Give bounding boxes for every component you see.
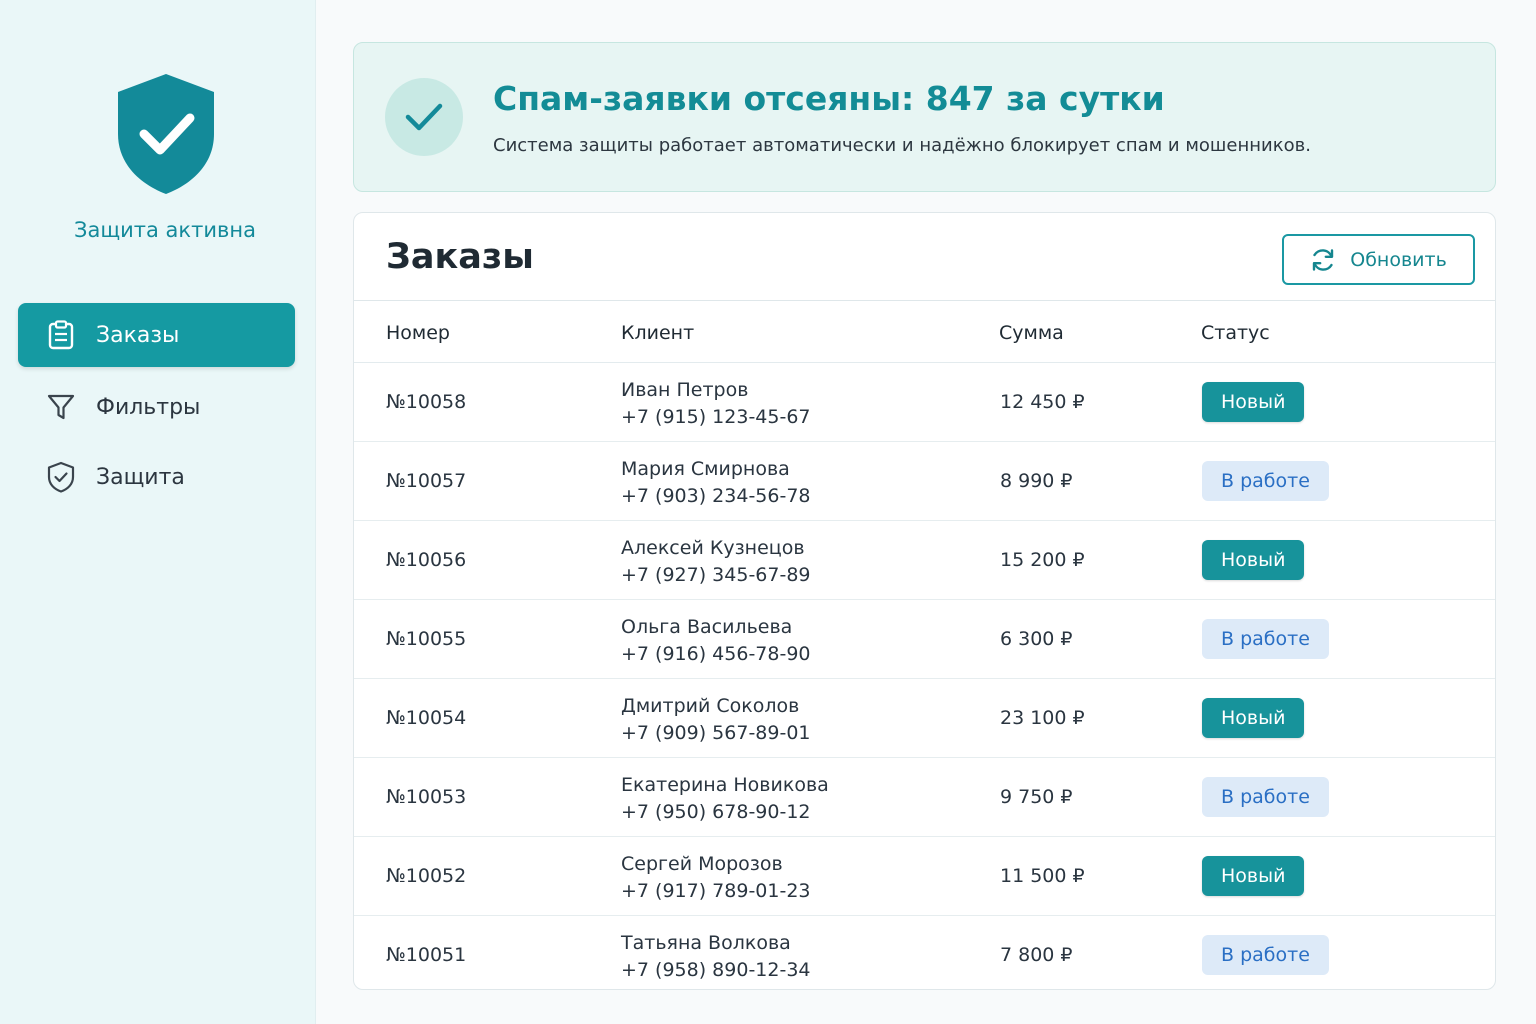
sidebar-item-orders[interactable]: Заказы: [18, 303, 295, 367]
sidebar-item-label: Защита: [96, 464, 185, 490]
protection-status: Защита активна: [74, 218, 256, 242]
banner-title: Спам-заявки отсеяны: 847 за сутки: [493, 79, 1165, 118]
table-row[interactable]: №10058 Иван Петров +7 (915) 123-45-67 12 …: [354, 363, 1495, 442]
order-sum: 9 750 ₽: [1000, 786, 1073, 808]
client-cell: Ольга Васильева +7 (916) 456-78-90: [621, 614, 811, 668]
column-header-sum: Сумма: [999, 322, 1064, 344]
orders-panel: Заказы Обновить Номер Клиент Сумма Стату…: [353, 212, 1496, 990]
refresh-icon: [1310, 247, 1336, 273]
order-sum: 6 300 ₽: [1000, 628, 1073, 650]
table-row[interactable]: №10052 Сергей Морозов +7 (917) 789-01-23 …: [354, 837, 1495, 916]
spam-banner: Спам-заявки отсеяны: 847 за сутки Систем…: [353, 42, 1496, 192]
client-cell: Сергей Морозов +7 (917) 789-01-23: [621, 851, 811, 905]
status-badge[interactable]: Новый: [1202, 540, 1305, 580]
table-row[interactable]: №10054 Дмитрий Соколов +7 (909) 567-89-01…: [354, 679, 1495, 758]
client-phone: +7 (916) 456-78-90: [621, 643, 811, 665]
table-row[interactable]: №10051 Татьяна Волкова +7 (958) 890-12-34…: [354, 916, 1495, 989]
sidebar-nav: Заказы Фильтры Защита: [18, 303, 295, 517]
order-number: №10052: [386, 865, 467, 887]
order-number: №10055: [386, 628, 467, 650]
refresh-label: Обновить: [1350, 248, 1447, 271]
client-cell: Мария Смирнова +7 (903) 234-56-78: [621, 456, 811, 510]
client-phone: +7 (950) 678-90-12: [621, 801, 811, 823]
client-name: Мария Смирнова: [621, 458, 790, 480]
clipboard-icon: [46, 320, 76, 350]
status-badge[interactable]: Новый: [1202, 698, 1305, 738]
client-cell: Татьяна Волкова +7 (958) 890-12-34: [621, 930, 811, 984]
orders-table-body: №10058 Иван Петров +7 (915) 123-45-67 12 …: [354, 363, 1495, 989]
client-phone: +7 (927) 345-67-89: [621, 564, 811, 586]
order-sum: 12 450 ₽: [1000, 391, 1085, 413]
client-name: Татьяна Волкова: [621, 932, 791, 954]
client-cell: Иван Петров +7 (915) 123-45-67: [621, 377, 811, 431]
status-badge[interactable]: В работе: [1202, 935, 1329, 975]
check-circle-icon: [385, 78, 463, 156]
client-phone: +7 (958) 890-12-34: [621, 959, 811, 981]
status-badge[interactable]: Новый: [1202, 856, 1305, 896]
shield-icon: [46, 461, 76, 493]
page-title: Заказы: [386, 237, 534, 277]
order-number: №10054: [386, 707, 467, 729]
orders-header: Заказы Обновить: [354, 213, 1495, 301]
client-phone: +7 (903) 234-56-78: [621, 485, 811, 507]
order-sum: 23 100 ₽: [1000, 707, 1085, 729]
order-sum: 15 200 ₽: [1000, 549, 1085, 571]
table-row[interactable]: №10055 Ольга Васильева +7 (916) 456-78-90…: [354, 600, 1495, 679]
client-phone: +7 (915) 123-45-67: [621, 406, 811, 428]
client-name: Екатерина Новикова: [621, 774, 829, 796]
client-name: Сергей Морозов: [621, 853, 783, 875]
table-header: Номер Клиент Сумма Статус: [354, 301, 1495, 363]
client-cell: Алексей Кузнецов +7 (927) 345-67-89: [621, 535, 811, 589]
banner-subtitle: Система защиты работает автоматически и …: [493, 135, 1311, 156]
client-name: Алексей Кузнецов: [621, 537, 805, 559]
column-header-client: Клиент: [621, 322, 695, 344]
client-name: Дмитрий Соколов: [621, 695, 800, 717]
order-number: №10058: [386, 391, 467, 413]
table-row[interactable]: №10057 Мария Смирнова +7 (903) 234-56-78 …: [354, 442, 1495, 521]
status-badge[interactable]: В работе: [1202, 619, 1329, 659]
client-cell: Екатерина Новикова +7 (950) 678-90-12: [621, 772, 829, 826]
shield-check-icon: [118, 74, 214, 194]
client-name: Ольга Васильева: [621, 616, 793, 638]
table-row[interactable]: №10056 Алексей Кузнецов +7 (927) 345-67-8…: [354, 521, 1495, 600]
order-number: №10056: [386, 549, 467, 571]
client-phone: +7 (917) 789-01-23: [621, 880, 811, 902]
sidebar-item-label: Фильтры: [96, 394, 201, 420]
sidebar: Защита активна Заказы Фильтры Защита: [0, 0, 316, 1024]
order-number: №10053: [386, 786, 467, 808]
sidebar-item-filters[interactable]: Фильтры: [18, 375, 295, 439]
client-name: Иван Петров: [621, 379, 749, 401]
sidebar-item-protection[interactable]: Защита: [18, 445, 295, 509]
filter-icon: [46, 392, 76, 422]
table-row[interactable]: №10053 Екатерина Новикова +7 (950) 678-90…: [354, 758, 1495, 837]
client-cell: Дмитрий Соколов +7 (909) 567-89-01: [621, 693, 811, 747]
sidebar-item-label: Заказы: [96, 322, 180, 348]
client-phone: +7 (909) 567-89-01: [621, 722, 811, 744]
refresh-button[interactable]: Обновить: [1282, 234, 1475, 285]
order-number: №10057: [386, 470, 467, 492]
column-header-number: Номер: [386, 322, 450, 344]
status-badge[interactable]: В работе: [1202, 777, 1329, 817]
status-badge[interactable]: В работе: [1202, 461, 1329, 501]
order-number: №10051: [386, 944, 467, 966]
order-sum: 7 800 ₽: [1000, 944, 1073, 966]
column-header-status: Статус: [1201, 322, 1270, 344]
order-sum: 8 990 ₽: [1000, 470, 1073, 492]
status-badge[interactable]: Новый: [1202, 382, 1305, 422]
order-sum: 11 500 ₽: [1000, 865, 1085, 887]
